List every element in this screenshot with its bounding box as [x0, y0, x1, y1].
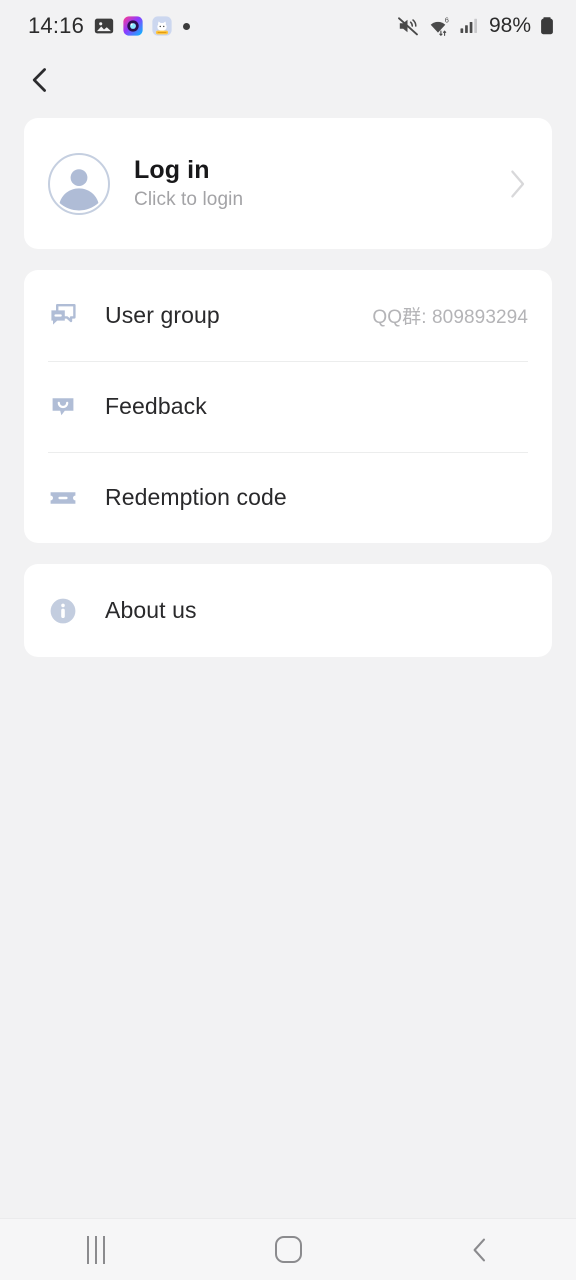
menu-item-label: Redemption code: [105, 484, 287, 510]
menu-item-user-group[interactable]: User group QQ群: 809893294: [48, 270, 528, 361]
feedback-smile-bubble-icon: [48, 392, 78, 422]
recents-icon: [87, 1235, 105, 1264]
menu-item-value: QQ群: 809893294: [372, 307, 528, 328]
ticket-coupon-icon: [48, 483, 78, 513]
app-screen: 14:16 6 98% Log in Click to login User g…: [0, 0, 576, 1280]
status-bar-left: 14:16: [28, 13, 191, 39]
menu-item-label: User group: [105, 302, 220, 328]
login-title: Log in: [134, 156, 210, 185]
login-subtitle: Click to login: [134, 189, 244, 211]
sticker-app-icon: [152, 16, 172, 36]
menu-item-feedback[interactable]: Feedback: [48, 361, 528, 452]
system-navigation-bar: [0, 1218, 576, 1280]
gallery-icon: [94, 18, 114, 34]
battery-icon: [541, 17, 553, 35]
more-notifications-dot: [183, 22, 191, 30]
camera-app-icon: [123, 16, 143, 36]
chevron-left-icon: [32, 68, 46, 92]
home-icon: [274, 1236, 302, 1263]
notification-icons: [93, 15, 191, 37]
login-card[interactable]: Log in Click to login: [24, 118, 552, 249]
menu-item-label: Feedback: [105, 393, 207, 419]
svg-text:6: 6: [445, 16, 449, 25]
account-circle-icon: [59, 168, 99, 210]
back-icon: [473, 1238, 486, 1261]
app-header: [0, 52, 576, 108]
info-circle-icon: [48, 596, 78, 626]
header-back-button[interactable]: [18, 58, 62, 102]
menu-item-redemption-code[interactable]: Redemption code: [48, 452, 528, 543]
forum-chat-bubbles-icon: [48, 301, 78, 331]
menu-card: User group QQ群: 809893294 Feedback Redem…: [24, 270, 552, 543]
menu-item-about-us[interactable]: About us: [48, 564, 528, 657]
status-bar-right: 6 98%: [396, 14, 556, 38]
chevron-right-icon: [511, 169, 525, 198]
nav-recents-button[interactable]: [51, 1219, 141, 1280]
mute-icon: [398, 17, 418, 36]
cellular-signal-icon: [460, 18, 477, 33]
login-chevron: [506, 167, 528, 201]
battery-percentage: 98%: [488, 14, 531, 37]
avatar: [48, 152, 110, 215]
settings-content: Log in Click to login User group QQ群: 80…: [0, 108, 576, 1218]
status-bar: 14:16 6 98%: [0, 0, 576, 52]
nav-home-button[interactable]: [243, 1219, 333, 1280]
status-bar-clock: 14:16: [28, 13, 85, 38]
menu-item-label: About us: [105, 597, 197, 623]
about-card: About us: [24, 564, 552, 657]
login-texts: Log in Click to login: [134, 156, 506, 211]
wifi-6-icon: 6: [430, 16, 449, 36]
nav-back-button[interactable]: [435, 1219, 525, 1280]
